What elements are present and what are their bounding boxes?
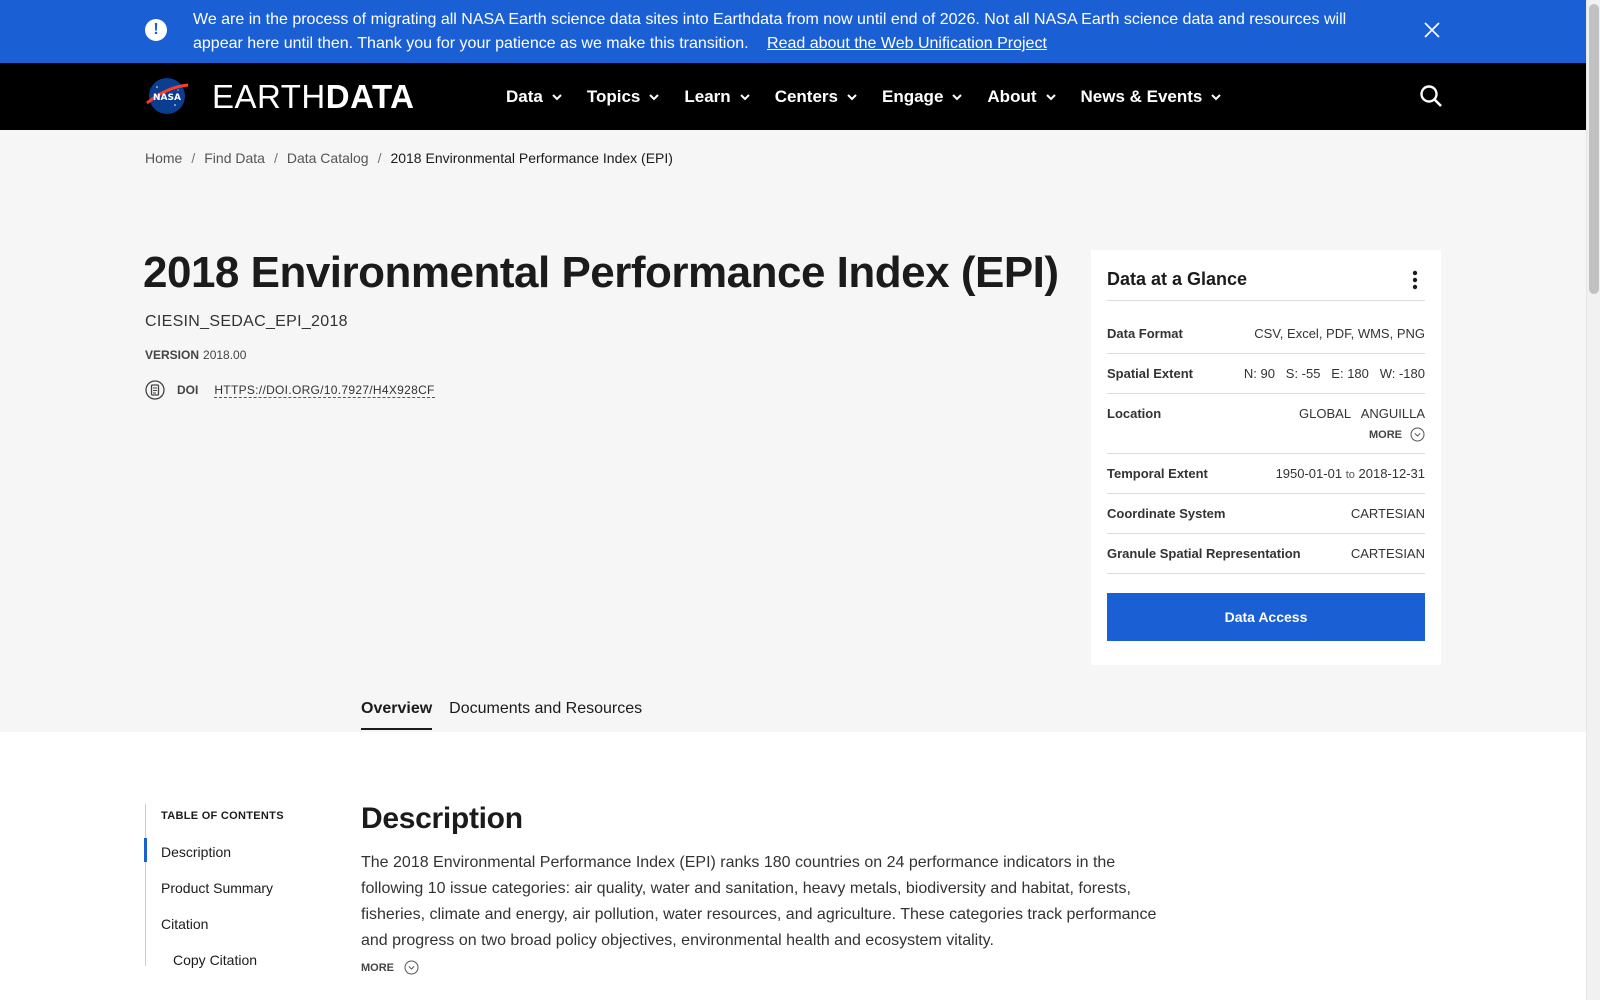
- overview-section: TABLE OF CONTENTS Description Product Su…: [0, 732, 1586, 1000]
- data-access-button[interactable]: Data Access: [1107, 593, 1425, 641]
- nasa-logo-icon[interactable]: NASA: [145, 77, 189, 115]
- doi-label: DOI: [177, 383, 199, 397]
- content-tabs: Overview Documents and Resources: [361, 700, 659, 730]
- glance-value: N: 90 S: -55 E: 180 W: -180: [1243, 366, 1425, 381]
- page-scrollbar[interactable]: [1586, 0, 1600, 1000]
- description-more-button[interactable]: MORE: [361, 960, 419, 975]
- chevron-down-icon: [649, 93, 660, 100]
- glance-key: Location: [1107, 406, 1162, 421]
- glance-key: Coordinate System: [1107, 506, 1226, 521]
- glance-key: Spatial Extent: [1107, 366, 1193, 381]
- nav-data[interactable]: Data: [506, 87, 563, 107]
- banner-message: We are in the process of migrating all N…: [193, 8, 1393, 56]
- glance-value: GLOBAL ANGUILLA: [1299, 406, 1425, 421]
- breadcrumb-current: 2018 Environmental Performance Index (EP…: [390, 150, 673, 166]
- nav-label: About: [987, 86, 1037, 106]
- glance-row-coordinate-system: Coordinate System CARTESIAN: [1107, 494, 1425, 534]
- temporal-start: 1950-01-01: [1275, 466, 1343, 481]
- nav-topics[interactable]: Topics: [587, 87, 661, 107]
- site-header: NASA EARTHDATA Data Topics Learn Centers…: [0, 63, 1586, 130]
- breadcrumb-home[interactable]: Home: [145, 150, 182, 166]
- nav-about[interactable]: About: [987, 87, 1056, 107]
- dataset-version: VERSION 2018.00: [145, 348, 246, 362]
- temporal-to: to: [1345, 469, 1355, 481]
- breadcrumb-data-catalog[interactable]: Data Catalog: [287, 150, 369, 166]
- glance-value: CARTESIAN: [1350, 546, 1425, 561]
- toc-item-product-summary[interactable]: Product Summary: [161, 880, 273, 896]
- tab-documents-and-resources[interactable]: Documents and Resources: [449, 700, 642, 730]
- breadcrumb-separator: /: [377, 150, 382, 166]
- nav-label: Learn: [684, 86, 731, 106]
- glance-value: CARTESIAN: [1350, 506, 1425, 521]
- chevron-down-icon: [739, 93, 750, 100]
- toc-item-copy-citation[interactable]: Copy Citation: [173, 952, 257, 968]
- migration-banner: ! We are in the process of migrating all…: [0, 0, 1586, 63]
- glance-value: 1950-01-01 to 2018-12-31: [1276, 466, 1425, 481]
- breadcrumb-separator: /: [273, 150, 278, 166]
- chevron-down-icon: [1045, 93, 1056, 100]
- description-heading: Description: [361, 802, 523, 835]
- chevron-down-icon: [1211, 93, 1222, 100]
- search-icon[interactable]: [1418, 83, 1444, 109]
- chevron-down-icon: [952, 93, 963, 100]
- toc-item-description[interactable]: Description: [161, 844, 231, 860]
- toc-active-indicator: [144, 838, 147, 862]
- web-unification-link[interactable]: Read about the Web Unification Project: [767, 35, 1047, 52]
- nav-engage[interactable]: Engage: [882, 87, 963, 107]
- glance-key: Data Format: [1107, 326, 1183, 341]
- breadcrumb-separator: /: [191, 150, 196, 166]
- doi-link[interactable]: HTTPS://DOI.ORG/10.7927/H4X928CF: [214, 383, 435, 398]
- nav-news-events[interactable]: News & Events: [1081, 87, 1223, 107]
- nav-label: News & Events: [1080, 86, 1203, 106]
- chevron-down-icon: [552, 93, 562, 100]
- brand-bold: DATA: [325, 78, 415, 115]
- nav-label: Data: [506, 86, 543, 106]
- version-value: 2018.00: [203, 348, 247, 362]
- more-label: MORE: [1369, 428, 1402, 441]
- glance-row-temporal-extent: Temporal Extent 1950-01-01 to 2018-12-31: [1107, 454, 1425, 494]
- temporal-end: 2018-12-31: [1358, 466, 1426, 481]
- breadcrumb-find-data[interactable]: Find Data: [204, 150, 265, 166]
- glance-row-granule-spatial-representation: Granule Spatial Representation CARTESIAN: [1107, 534, 1425, 574]
- dataset-short-name: CIESIN_SEDAC_EPI_2018: [145, 313, 348, 330]
- data-at-a-glance-card: Data at a Glance Data Format CSV, Excel,…: [1091, 250, 1441, 665]
- page-title: 2018 Environmental Performance Index (EP…: [143, 248, 1059, 297]
- chevron-down-icon: [847, 93, 857, 100]
- glance-row-location: Location GLOBAL ANGUILLA MORE: [1107, 394, 1425, 454]
- toc-item-citation[interactable]: Citation: [161, 916, 208, 932]
- glance-key: Temporal Extent: [1107, 466, 1208, 481]
- more-label: MORE: [361, 961, 394, 974]
- glance-key: Granule Spatial Representation: [1107, 546, 1301, 561]
- tab-overview[interactable]: Overview: [361, 700, 433, 730]
- document-icon: [145, 380, 165, 400]
- logo-text: NASA: [153, 93, 181, 103]
- glance-header: Data at a Glance: [1107, 266, 1425, 301]
- nav-label: Engage: [882, 86, 944, 106]
- brand-light: EARTH: [212, 78, 326, 115]
- version-label: VERSION: [145, 348, 200, 362]
- table-of-contents: TABLE OF CONTENTS Description Product Su…: [144, 804, 325, 968]
- earthdata-brand[interactable]: EARTHDATA: [212, 77, 415, 117]
- location-more-button[interactable]: MORE: [1369, 427, 1425, 442]
- doi-row: DOI HTTPS://DOI.ORG/10.7927/H4X928CF: [145, 380, 435, 400]
- nav-label: Centers: [774, 86, 838, 106]
- nav-label: Topics: [586, 86, 641, 106]
- toc-title: TABLE OF CONTENTS: [161, 810, 284, 822]
- more-options-icon[interactable]: [1411, 269, 1419, 291]
- close-icon[interactable]: [1420, 18, 1444, 42]
- glance-title: Data at a Glance: [1107, 269, 1248, 289]
- main-nav: Data Topics Learn Centers Engage About N…: [506, 63, 1246, 130]
- scrollbar-thumb[interactable]: [1589, 4, 1599, 294]
- nav-centers[interactable]: Centers: [775, 87, 858, 107]
- breadcrumb: Home / Find Data / Data Catalog / 2018 E…: [145, 150, 673, 166]
- chevron-down-circle-icon: [1410, 427, 1425, 442]
- glance-row-data-format: Data Format CSV, Excel, PDF, WMS, PNG: [1107, 314, 1425, 354]
- glance-value: CSV, Excel, PDF, WMS, PNG: [1254, 326, 1425, 341]
- glance-row-spatial-extent: Spatial Extent N: 90 S: -55 E: 180 W: -1…: [1107, 354, 1425, 394]
- chevron-down-circle-icon: [404, 960, 419, 975]
- nav-learn[interactable]: Learn: [684, 87, 750, 107]
- description-text: The 2018 Environmental Performance Index…: [361, 854, 1157, 949]
- alert-icon: !: [145, 19, 167, 41]
